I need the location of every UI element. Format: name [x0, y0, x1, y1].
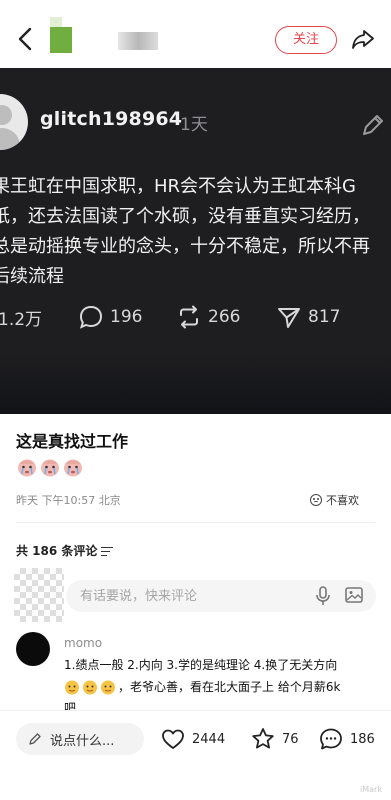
- unhappy-face-icon: [310, 494, 322, 506]
- image-text-line: 总是动摇换专业的念头，十分不稳定，所以不再: [0, 236, 370, 257]
- microphone-icon[interactable]: [315, 586, 331, 606]
- dislike-label: 不喜欢: [326, 494, 359, 507]
- post-title: 这是真找过工作: [16, 432, 129, 451]
- pencil-icon: [363, 115, 383, 135]
- image-text-line: 果王虹在中国求职，HR会不会认为王虹本科G: [0, 176, 356, 197]
- emoji-row: [16, 456, 84, 478]
- image-picker-icon[interactable]: [345, 587, 363, 603]
- sort-icon[interactable]: [101, 546, 114, 556]
- comment-text-overflow: 吧: [64, 701, 77, 710]
- divider: [16, 522, 375, 523]
- image-comments-count: 196: [110, 307, 143, 327]
- favorite-button[interactable]: 76: [250, 725, 299, 753]
- image-text-line: 后续流程: [0, 266, 64, 287]
- author-name-blurred[interactable]: [118, 32, 158, 50]
- image-time: 1天: [180, 115, 208, 135]
- comment-count-header[interactable]: 共 186 条评论: [16, 542, 114, 559]
- heart-icon: [162, 729, 184, 749]
- author-avatar[interactable]: [50, 17, 72, 53]
- face-emoji-icon: [65, 680, 79, 694]
- post-timestamp-location: 昨天 下午10:57 北京: [16, 494, 121, 507]
- post-image[interactable]: glitch198964 1天 果王虹在中国求职，HR会不会认为王虹本科G 纸，…: [0, 68, 391, 414]
- commenter-avatar[interactable]: [16, 632, 50, 666]
- image-reposts-count: 266: [208, 307, 241, 327]
- image-comments-stat: 196: [78, 302, 142, 332]
- comment-text-emoji-line: ，老爷心善，看在北大面子上 给个月薪6k: [64, 678, 340, 695]
- image-shares-count: 817: [308, 307, 341, 327]
- face-emoji-icon: [101, 680, 115, 694]
- send-icon: [278, 308, 300, 328]
- favorite-count: 76: [282, 731, 299, 747]
- bottom-action-bar: 说点什么... 2444 76 186: [0, 710, 391, 800]
- image-likes-count: 1.2万: [0, 309, 43, 330]
- comment-bubble-icon: [79, 305, 103, 329]
- crying-face-emoji-icon: [18, 459, 36, 477]
- watermark: iMark: [360, 785, 382, 794]
- image-reposts-stat: 266: [176, 302, 240, 332]
- comment-text: 1.绩点一般 2.内向 3.学的是纯理论 4.换了无关方向: [64, 658, 338, 672]
- comment-count-label: 共 186 条评论: [16, 544, 98, 558]
- image-text: 果王虹在中国求职，HR会不会认为王虹本科G 纸，还去法国读了个水硕，没有垂直实习…: [0, 172, 391, 292]
- crying-face-emoji-icon: [41, 459, 59, 477]
- my-avatar: [14, 568, 64, 622]
- star-icon: [252, 728, 274, 749]
- back-arrow-icon[interactable]: [14, 24, 38, 54]
- say-something-button[interactable]: 说点什么...: [16, 723, 144, 755]
- top-nav-bar: 关注: [0, 0, 391, 68]
- comment-bubble-icon: [320, 728, 342, 750]
- comment-count: 186: [350, 731, 375, 747]
- like-button[interactable]: 2444: [160, 725, 225, 753]
- image-shares-stat: 817: [276, 302, 340, 332]
- comment-button[interactable]: 186: [318, 725, 375, 753]
- share-icon[interactable]: [350, 26, 376, 52]
- crying-face-emoji-icon: [64, 459, 82, 477]
- repost-icon: [180, 305, 198, 329]
- face-emoji-icon: [83, 680, 97, 694]
- image-user-avatar: [0, 94, 28, 150]
- pencil-icon: [29, 733, 41, 745]
- comment-text-continued: ，老爷心善，看在北大面子上 给个月薪6k: [118, 680, 341, 694]
- like-count: 2444: [192, 731, 226, 747]
- say-something-label: 说点什么...: [50, 733, 115, 749]
- follow-button[interactable]: 关注: [275, 26, 337, 54]
- image-text-line: 纸，还去法国读了个水硕，没有垂直实习经历，: [0, 206, 370, 227]
- dislike-button[interactable]: 不喜欢: [310, 489, 359, 511]
- commenter-name[interactable]: momo: [64, 636, 102, 650]
- image-username: glitch198964: [40, 108, 183, 130]
- image-stats-row: 1.2万 196 266 817: [0, 302, 391, 332]
- image-likes-stat: 1.2万: [0, 302, 42, 332]
